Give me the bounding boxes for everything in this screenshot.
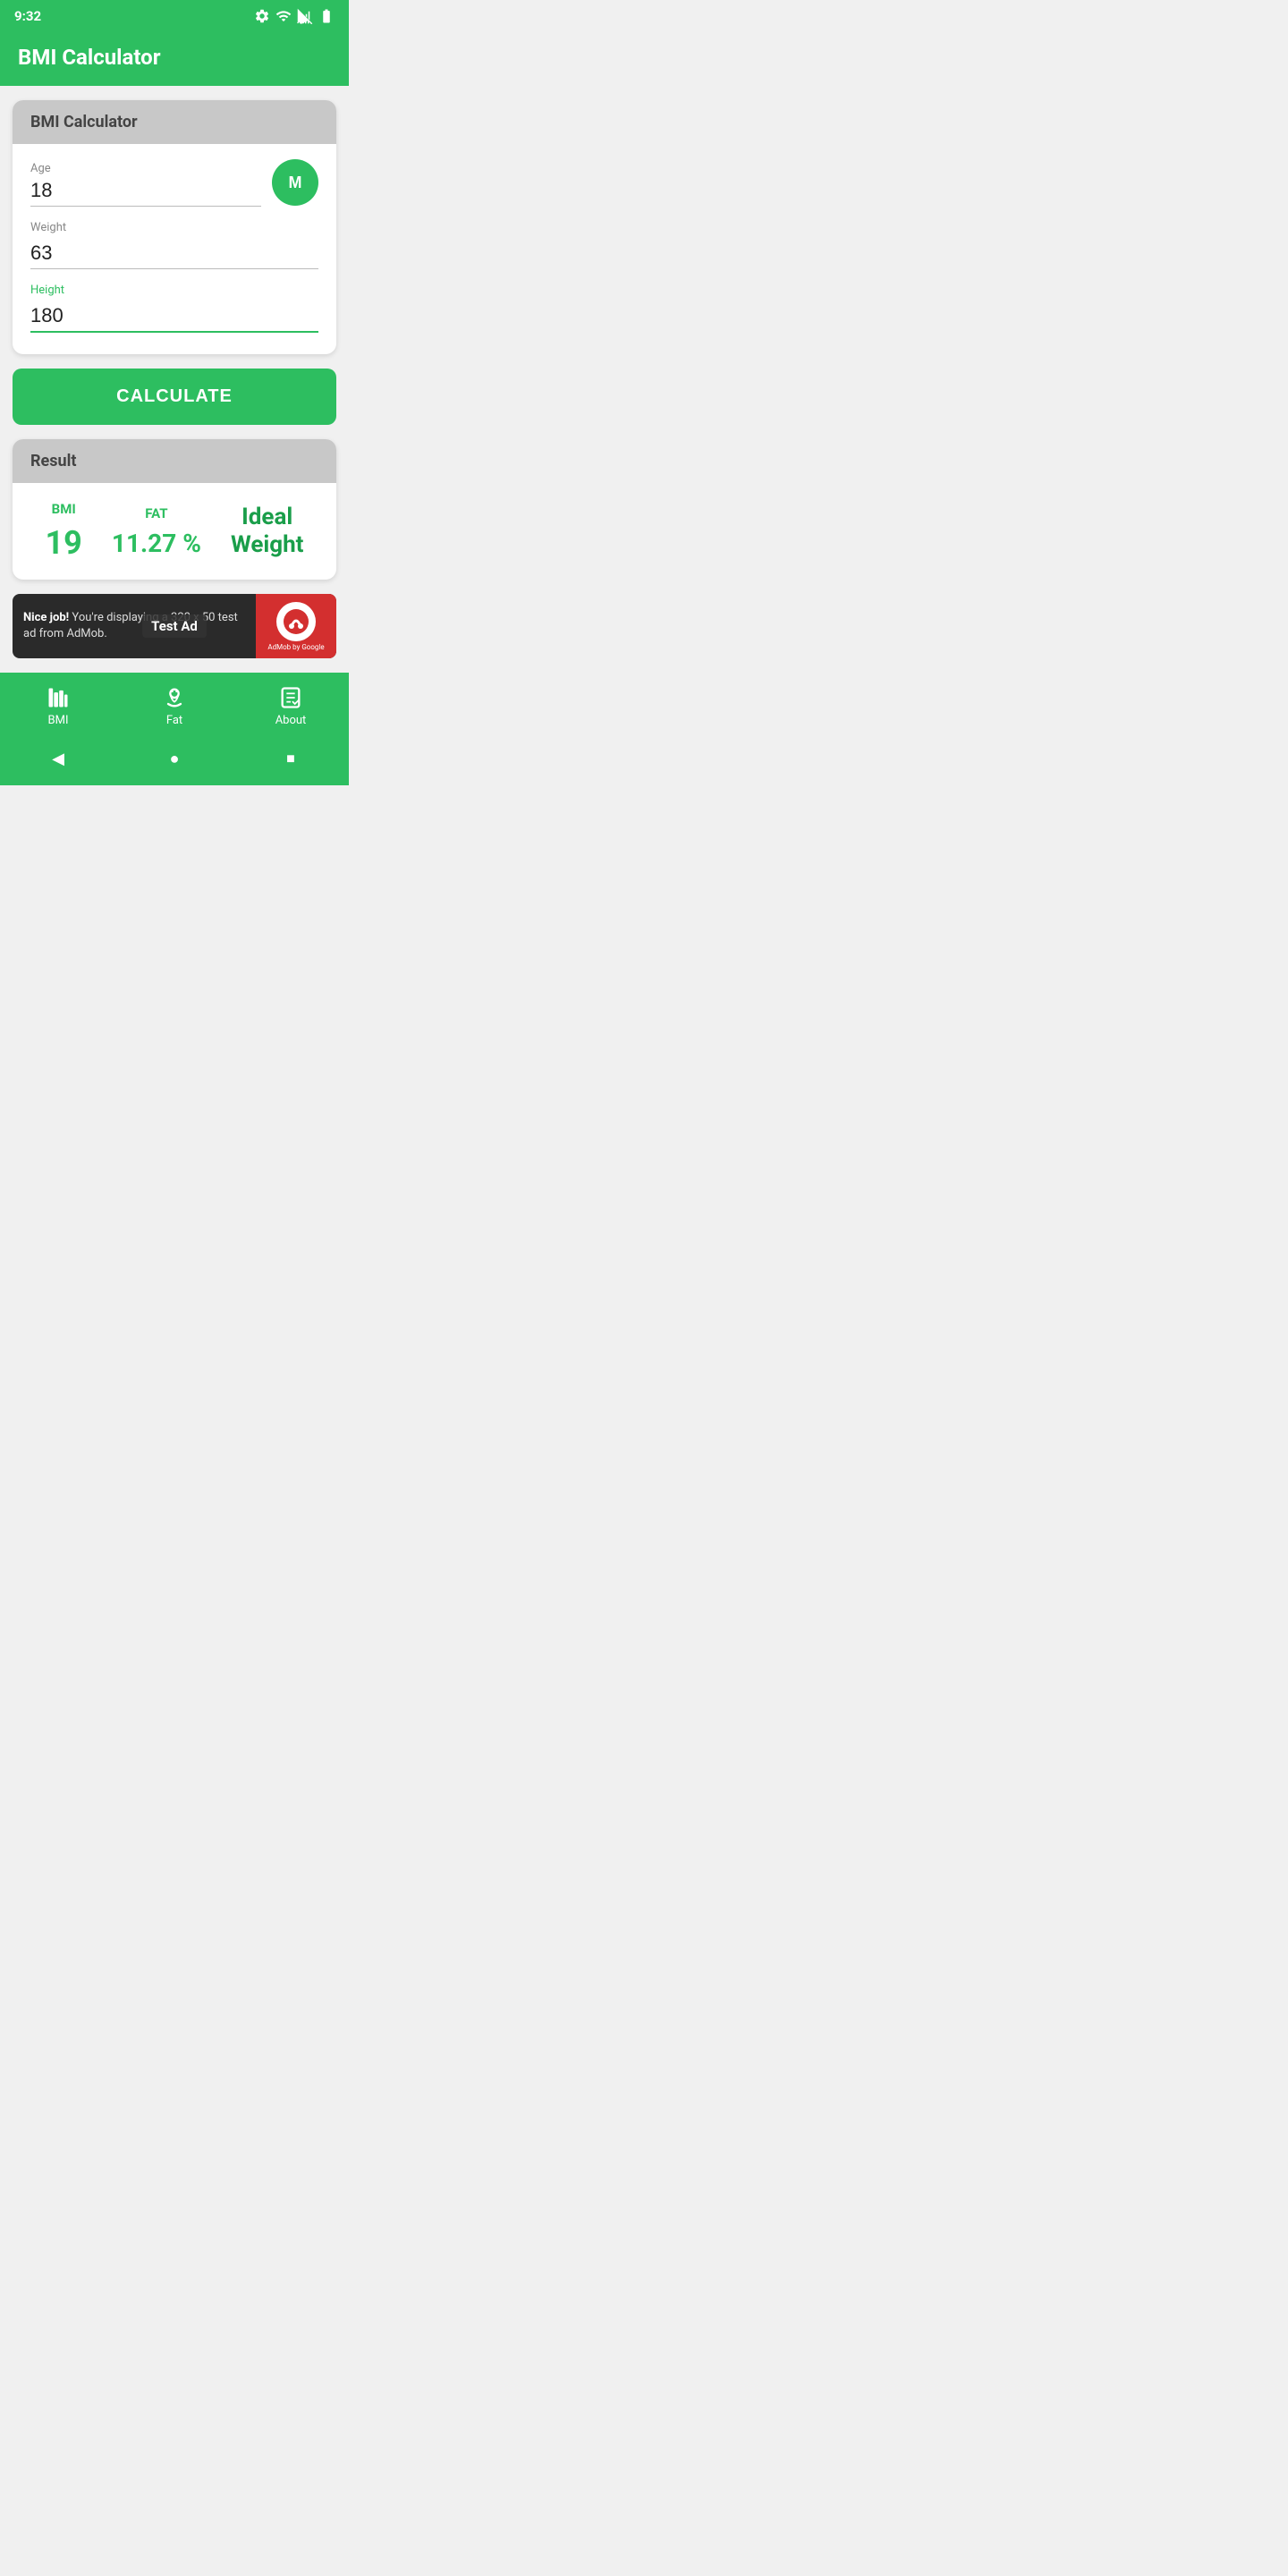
home-icon[interactable]: ● [170,750,180,768]
calculator-card: BMI Calculator Age M Weight Hei [13,100,336,354]
height-input[interactable] [30,301,318,333]
recents-button[interactable]: ■ [278,746,303,771]
app-bar-title: BMI Calculator [18,45,161,70]
admob-icon [283,608,309,635]
age-label: Age [30,162,51,175]
fat-result-value: 11.27 % [112,529,201,558]
bmi-result-col: BMI 19 [46,501,82,562]
age-input[interactable] [30,175,261,207]
height-input-group: Height [30,284,318,333]
ideal-result-value: IdealWeight [231,504,304,559]
fat-result-col: FAT 11.27 % [112,505,201,558]
gender-button[interactable]: M [272,159,318,206]
ad-text-area: Nice job! You're displaying a 320 x 50 t… [13,594,256,658]
home-button[interactable]: ● [162,746,187,771]
calculator-card-title: BMI Calculator [30,113,138,131]
calculator-card-header: BMI Calculator [13,100,336,144]
bmi-nav-icon [46,685,71,710]
result-card-title: Result [30,452,76,470]
calculator-card-body: Age M Weight Height [13,144,336,354]
weight-input-group: Weight [30,221,318,269]
weight-label: Weight [30,221,318,234]
nav-item-bmi[interactable]: BMI [0,685,116,727]
status-bar: 9:32 [0,0,349,32]
result-card-body: BMI 19 FAT 11.27 % IdealWeight [13,483,336,580]
settings-icon [254,8,270,24]
result-card-header: Result [13,439,336,483]
signal-icon [297,8,313,24]
main-content: BMI Calculator Age M Weight Hei [0,86,349,673]
fat-result-label: FAT [145,505,167,521]
status-time: 9:32 [14,8,41,24]
height-label: Height [30,284,318,297]
ad-banner: Nice job! You're displaying a 320 x 50 t… [13,594,336,658]
ad-logo-text: AdMob by Google [267,643,324,651]
bottom-nav: BMI Fat About [0,673,349,735]
nav-item-fat[interactable]: Fat [116,685,233,727]
recents-icon[interactable]: ■ [286,750,295,767]
about-nav-icon [278,685,303,710]
ad-text: Nice job! You're displaying a 320 x 50 t… [23,610,245,642]
bmi-result-label: BMI [52,501,76,517]
battery-icon [318,8,335,24]
nav-label-about: About [275,714,307,727]
status-icons [254,8,335,24]
ideal-result-col: IdealWeight [231,504,304,559]
result-card: Result BMI 19 FAT 11.27 % IdealWeight [13,439,336,580]
age-input-wrapper: Age [30,158,261,207]
back-icon[interactable]: ◀ [52,750,64,768]
nav-label-fat: Fat [166,714,182,727]
ad-logo: AdMob by Google [256,594,336,658]
admob-logo-icon [276,602,316,641]
wifi-icon [275,8,292,24]
nav-item-about[interactable]: About [233,685,349,727]
fat-nav-icon [162,685,187,710]
ad-text-strong: Nice job! [23,611,69,624]
system-nav-bar: ◀ ● ■ [0,735,349,785]
ad-badge: Test Ad [142,614,207,638]
age-input-group: Age M [30,158,318,207]
weight-input[interactable] [30,238,318,269]
bmi-result-value: 19 [46,524,82,562]
age-input-row: Age M [30,158,318,207]
calculate-button[interactable]: CALCULATE [13,369,336,425]
app-bar: BMI Calculator [0,32,349,86]
nav-label-bmi: BMI [48,714,69,727]
back-button[interactable]: ◀ [46,746,71,771]
